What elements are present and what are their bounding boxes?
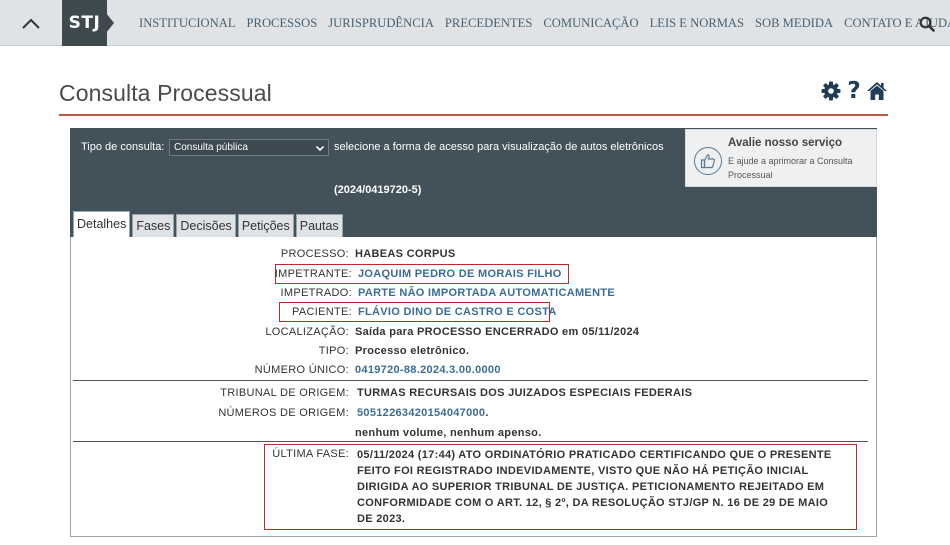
localizacao-label: LOCALIZAÇÃO: [265, 326, 349, 338]
section-divider [73, 380, 868, 381]
nav-item-comunicacao[interactable]: COMUNICAÇÃO [543, 16, 638, 31]
tab-pautas[interactable]: Pautas [295, 214, 343, 237]
header-tools: ? [820, 80, 889, 103]
gear-icon[interactable] [820, 80, 842, 102]
query-type-selected: Consulta pública [174, 142, 248, 153]
rate-service-card[interactable]: Avalie nosso serviço E ajude a aprimorar… [685, 129, 877, 187]
ultima-fase-value: 05/11/2024 (17:44) ATO ORDINATÓRIO PRATI… [357, 449, 832, 525]
numeros-origem-label: NÚMEROS DE ORIGEM: [218, 407, 349, 419]
tab-detalhes[interactable]: Detalhes [73, 211, 131, 237]
tab-decisoes[interactable]: Decisões [176, 214, 236, 237]
search-icon[interactable] [919, 16, 935, 32]
localizacao-value: Saída para PROCESSO ENCERRADO em 05/11/2… [355, 326, 640, 338]
query-type-description: selecione a forma de acesso para visuali… [334, 141, 664, 153]
processo-label: PROCESSO: [280, 248, 349, 260]
query-type-label: Tipo de consulta: [81, 141, 165, 153]
numeros-origem-value[interactable]: 50512263420154047000 [357, 407, 485, 419]
numeros-origem-suffix: . [485, 407, 489, 419]
tipo-value: Processo eletrônico. [355, 345, 470, 357]
ultima-fase-label: ÚLTIMA FASE: [272, 448, 349, 460]
tipo-label: TIPO: [318, 345, 349, 357]
processo-value: HABEAS CORPUS [355, 248, 456, 260]
title-divider [59, 114, 888, 116]
rate-service-subtitle: E ajude a aprimorar a Consulta Processua… [728, 156, 853, 180]
chevron-down-icon [315, 143, 325, 158]
nav-item-precedentes[interactable]: PRECEDENTES [445, 16, 532, 31]
rate-service-title: Avalie nosso serviço [728, 137, 842, 149]
help-icon[interactable]: ? [843, 80, 865, 103]
logo-notch [106, 13, 114, 33]
nav-item-processos[interactable]: PROCESSOS [247, 16, 318, 31]
tab-peticoes[interactable]: Petições [237, 214, 294, 237]
section-divider [73, 441, 868, 442]
thumbs-up-icon [694, 147, 722, 175]
impetrante-value[interactable]: JOAQUIM PEDRO DE MORAIS FILHO [358, 267, 562, 281]
top-navigation-bar: STJ INSTITUCIONAL PROCESSOS JURISPRUDÊNC… [0, 0, 950, 46]
nav-item-jurisprudencia[interactable]: JURISPRUDÊNCIA [328, 16, 434, 31]
numero-unico-value[interactable]: 0419720-88.2024.3.00.0000 [355, 363, 501, 377]
chevron-up-icon[interactable] [18, 11, 44, 35]
tribunal-origem-label: TRIBUNAL DE ORIGEM: [220, 387, 349, 399]
page-title: Consulta Processual [59, 80, 272, 106]
impetrante-label: IMPETRANTE: [274, 268, 352, 280]
paciente-value[interactable]: FLÁVIO DINO DE CASTRO E COSTA [358, 305, 557, 319]
impetrado-label: IMPETRADO: [280, 287, 352, 299]
stj-logo[interactable]: STJ [62, 0, 107, 46]
numeros-origem-row: 50512263420154047000. [357, 406, 489, 420]
volumes-info: nenhum volume, nenhum apenso. [355, 427, 542, 439]
home-icon[interactable] [866, 80, 888, 102]
nav-item-leis-e-normas[interactable]: LEIS E NORMAS [650, 16, 744, 31]
query-type-select[interactable]: Consulta pública [169, 139, 329, 156]
impetrado-value[interactable]: PARTE NÃO IMPORTADA AUTOMATICAMENTE [358, 286, 615, 300]
detail-tabs: Detalhes Fases Decisões Petições Pautas [73, 211, 345, 237]
paciente-label: PACIENTE: [292, 306, 352, 318]
tab-fases[interactable]: Fases [132, 214, 175, 237]
tribunal-origem-value: TURMAS RECURSAIS DOS JUIZADOS ESPECIAIS … [357, 387, 693, 399]
main-menu: INSTITUCIONAL PROCESSOS JURISPRUDÊNCIA P… [139, 0, 950, 46]
process-id: (2024/0419720-5) [334, 184, 422, 196]
nav-item-sob-medida[interactable]: SOB MEDIDA [755, 16, 833, 31]
nav-item-institucional[interactable]: INSTITUCIONAL [139, 16, 236, 31]
numero-unico-label: NÚMERO ÚNICO: [254, 364, 349, 376]
